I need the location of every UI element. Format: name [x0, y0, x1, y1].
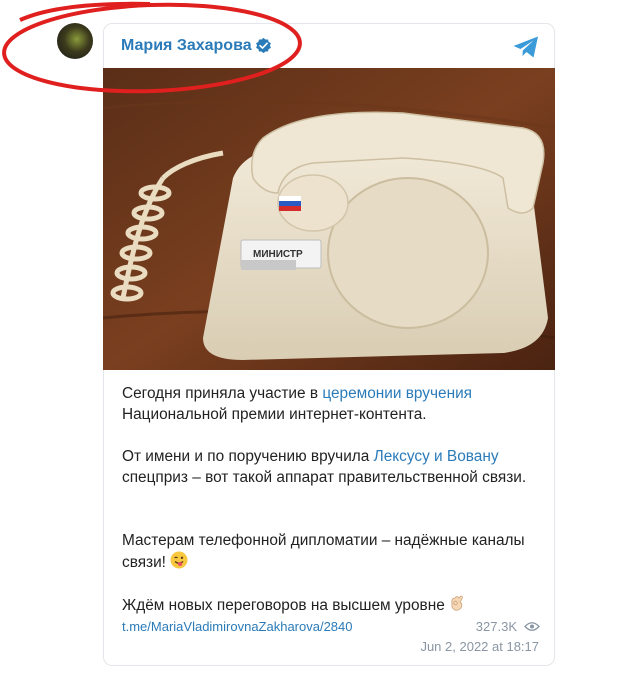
- ok-hand-emoji: [451, 595, 463, 611]
- post-paragraph-2: От имени и по поручению вручила Лексусу …: [122, 448, 527, 486]
- lexus-vovan-link[interactable]: Лексусу и Вовану: [374, 448, 499, 465]
- view-count: 327.3K: [475, 619, 517, 634]
- avatar[interactable]: [57, 23, 93, 59]
- eye-icon: [524, 622, 540, 631]
- post-photo-phone[interactable]: МИНИСТР: [103, 68, 555, 370]
- phone-label-text: МИНИСТР: [253, 249, 303, 260]
- ceremony-link[interactable]: церемонии вручения: [322, 385, 472, 402]
- post-paragraph-4: Ждём новых переговоров на высшем уровне: [122, 594, 532, 616]
- winking-tongue-emoji: [170, 551, 188, 569]
- verified-badge-icon: [256, 37, 271, 54]
- post-date: Jun 2, 2022 at 18:17: [420, 639, 539, 654]
- post-paragraph-1: Сегодня приняла участие в церемонии вруч…: [122, 385, 473, 423]
- telegram-plane-icon[interactable]: [512, 35, 540, 59]
- source-link[interactable]: t.me/MariaVladimirovnaZakharova/2840: [122, 619, 353, 634]
- channel-name[interactable]: Мария Захарова: [121, 37, 252, 55]
- post-paragraph-3: Мастерам телефонной дипломатии – надёжны…: [122, 532, 525, 571]
